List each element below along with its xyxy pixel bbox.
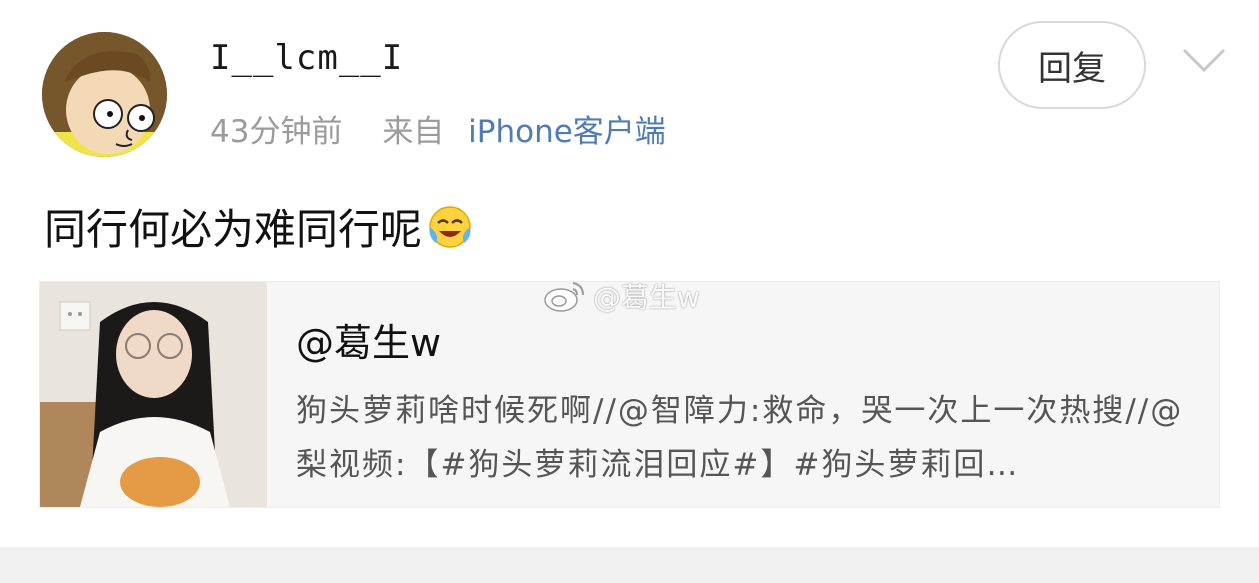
quoted-excerpt: 狗头萝莉啥时候死啊//@智障力:救命，哭一次上一次热搜//@梨视频:【#狗头萝莉… [296,393,1184,483]
avatar[interactable] [42,32,167,157]
portrait-photo-icon [40,282,267,507]
weibo-comment: I__lcm__I 43分钟前 来自 iPhone客户端 回复 同行何必为难同行… [0,0,1259,583]
post-meta: 43分钟前 来自 iPhone客户端 [210,106,666,151]
post-time: 43分钟前 [210,114,343,150]
post-content: 同行何必为难同行呢 [44,196,474,257]
chevron-down-icon[interactable] [1180,44,1228,78]
bottom-divider [0,547,1259,583]
watermark: @葛生w [543,276,700,316]
reply-button[interactable]: 回复 [998,21,1146,109]
username[interactable]: I__lcm__I [210,38,403,78]
quoted-post-thumbnail [40,282,267,507]
client-link[interactable]: iPhone客户端 [468,114,666,150]
quoted-author[interactable]: @葛生w [296,312,441,367]
crying-laughing-emoji-icon [429,205,471,248]
source-label: 来自 [382,114,445,150]
cartoon-avatar-icon [42,32,167,157]
watermark-text: @葛生w [593,281,700,314]
post-text: 同行何必为难同行呢 [44,205,423,254]
weibo-logo-icon [544,282,584,312]
